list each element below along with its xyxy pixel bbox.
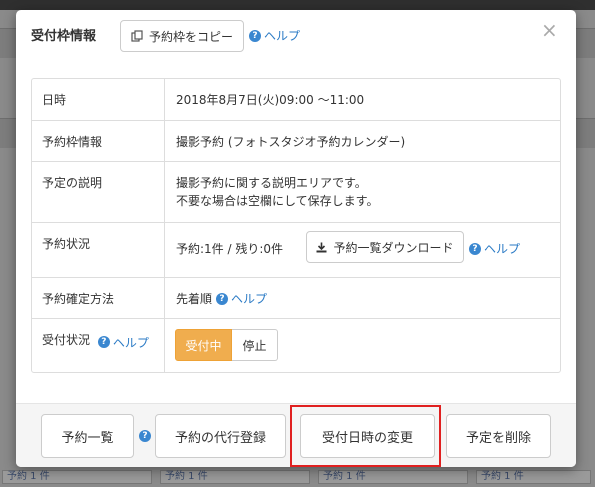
highlight-box	[290, 405, 441, 467]
help-circle-icon: ?	[249, 29, 261, 42]
background-calendar-cell: 予約 1 件	[2, 470, 152, 484]
row-label-slot-info: 予約枠情報	[32, 121, 165, 161]
confirm-method-help-link[interactable]: ? ヘルプ	[216, 290, 267, 307]
table-row: 予約状況 予約:1件 / 残り:0件 予約一覧ダウンロード ? ヘルプ	[32, 222, 560, 277]
background-calendar-cell: 予約 1 件	[476, 470, 591, 484]
download-icon	[316, 242, 327, 252]
table-row: 予約枠情報 撮影予約 (フォトスタジオ予約カレンダー)	[32, 120, 560, 161]
accept-status-label: 受付状況	[42, 333, 91, 347]
copy-icon	[131, 30, 143, 42]
help-circle-icon: ?	[97, 336, 110, 348]
slot-info-value: 撮影予約 (フォトスタジオ予約カレンダー)	[176, 135, 406, 149]
background-calendar-cell: 予約 1 件	[160, 470, 310, 484]
row-label-confirm-method: 予約確定方法	[32, 278, 165, 318]
help-circle-icon: ?	[469, 242, 481, 255]
help-circle-icon: ?	[139, 430, 151, 442]
slot-info-table: 日時 2018年8月7日(火)09:00 ～11:00 予約枠情報 撮影予約 (…	[31, 78, 561, 373]
description-value: 撮影予約に関する説明エリアです。 不要な場合は空欄にして保存します。	[176, 174, 378, 210]
stop-option[interactable]: 停止	[232, 329, 278, 361]
help-label: ヘルプ	[231, 292, 268, 306]
table-row: 予定の説明 撮影予約に関する説明エリアです。 不要な場合は空欄にして保存します。	[32, 161, 560, 222]
datetime-value: 2018年8月7日(火)09:00 ～11:00	[176, 93, 365, 107]
table-row: 受付状況 ? ヘルプ 受付中 停止	[32, 318, 560, 372]
row-label-datetime: 日時	[32, 79, 165, 120]
download-list-label: 予約一覧ダウンロード	[333, 240, 454, 255]
modal-footer: 予約一覧 ? 予約の代行登録 受付日時の変更 予定を削除	[16, 403, 576, 467]
row-label-description: 予定の説明	[32, 162, 165, 222]
footer-help-link[interactable]: ?	[139, 430, 151, 442]
help-label: ヘルプ	[484, 242, 521, 256]
status-help-link[interactable]: ? ヘルプ	[469, 240, 520, 257]
table-row: 日時 2018年8月7日(火)09:00 ～11:00	[32, 79, 560, 120]
close-icon[interactable]: ×	[541, 20, 558, 40]
row-label-status: 予約状況	[32, 223, 165, 277]
table-row: 予約確定方法 先着順 ? ヘルプ	[32, 277, 560, 318]
background-calendar-cell: 予約 1 件	[318, 470, 468, 484]
delete-event-button[interactable]: 予定を削除	[446, 414, 551, 458]
status-value: 予約:1件 / 残り:0件	[176, 242, 284, 256]
accept-status-toggle[interactable]: 受付中 停止	[175, 329, 278, 361]
description-line-2: 不要な場合は空欄にして保存します。	[176, 194, 379, 208]
slot-info-modal: 受付枠情報 予約枠をコピー ? ヘルプ × 日時 2018年8月7日(火)09:…	[16, 10, 576, 467]
accepting-option[interactable]: 受付中	[175, 329, 232, 361]
download-list-button[interactable]: 予約一覧ダウンロード	[306, 231, 464, 263]
proxy-registration-button[interactable]: 予約の代行登録	[155, 414, 286, 458]
modal-header: 受付枠情報 予約枠をコピー ? ヘルプ ×	[16, 10, 576, 58]
accept-status-help-link[interactable]: ? ヘルプ	[97, 334, 149, 351]
description-line-1: 撮影予約に関する説明エリアです。	[176, 176, 367, 190]
background-topbar	[0, 0, 595, 10]
help-label: ヘルプ	[112, 335, 149, 350]
row-label-accept-status: 受付状況 ? ヘルプ	[32, 319, 165, 372]
modal-title: 受付枠情報	[31, 29, 97, 44]
reservation-list-button[interactable]: 予約一覧	[41, 414, 134, 458]
help-circle-icon: ?	[216, 292, 228, 305]
help-label: ヘルプ	[264, 29, 301, 43]
header-help-link[interactable]: ? ヘルプ	[249, 27, 300, 44]
copy-slot-button[interactable]: 予約枠をコピー	[120, 20, 244, 52]
copy-slot-label: 予約枠をコピー	[148, 29, 233, 44]
confirm-method-value: 先着順	[176, 292, 213, 306]
